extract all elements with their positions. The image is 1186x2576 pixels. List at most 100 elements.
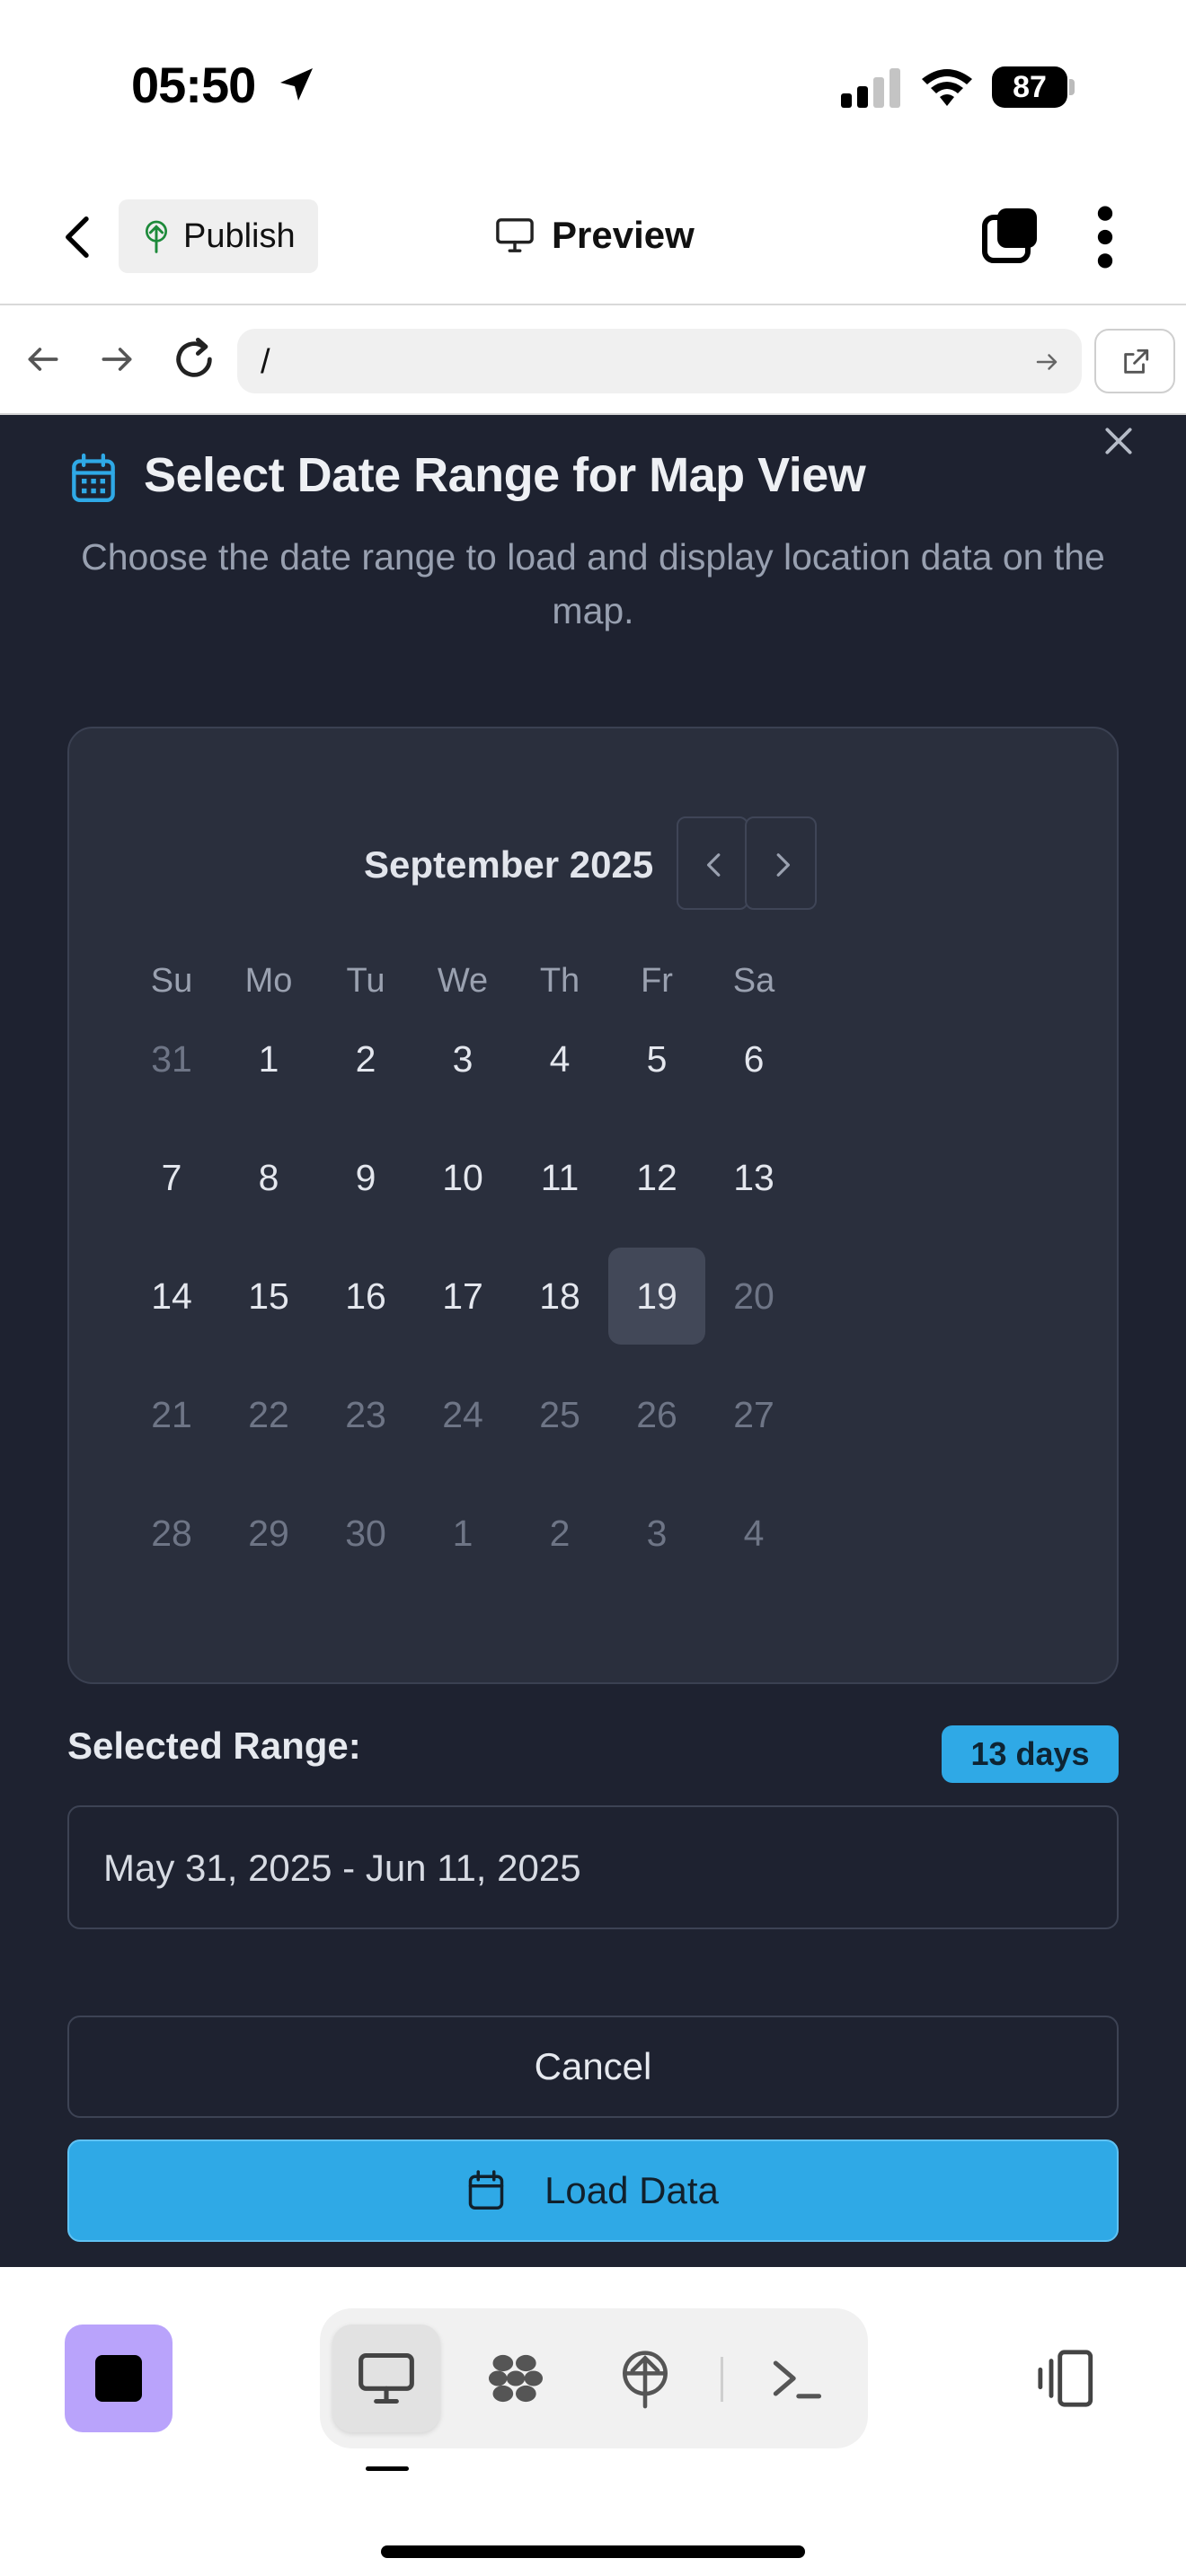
calendar-day-disabled: 30: [345, 1513, 386, 1554]
calendar-day-today[interactable]: 19: [608, 1248, 705, 1345]
calendar-day-disabled: 4: [743, 1513, 765, 1554]
arrow-left-icon[interactable]: [23, 340, 63, 379]
calendar-day-disabled: 25: [539, 1394, 580, 1435]
battery-cap: [1069, 79, 1075, 95]
calendar-day[interactable]: 5: [608, 1010, 705, 1107]
panel-toggle-icon[interactable]: [1033, 2348, 1100, 2409]
monitor-icon: [358, 2352, 414, 2404]
calendar-day[interactable]: 15: [220, 1248, 317, 1345]
calendar-day[interactable]: 3: [414, 1010, 511, 1107]
weekday-header: We: [437, 962, 489, 1000]
monitor-icon: [496, 218, 534, 252]
weekday-header: Th: [539, 962, 580, 1000]
weekday-header: Su: [150, 962, 193, 1000]
preview-view-button[interactable]: [332, 2325, 440, 2432]
chevron-right-icon: [776, 853, 791, 877]
weekday-header: Tu: [346, 962, 385, 1000]
calendar-day-disabled: 23: [345, 1394, 386, 1435]
view-switcher: [320, 2308, 868, 2448]
stop-button[interactable]: [65, 2325, 173, 2432]
selected-range-field[interactable]: May 31, 2025 - Jun 11, 2025: [67, 1805, 1119, 1929]
calendar-day[interactable]: 13: [705, 1129, 802, 1226]
status-bar: 05:50 87: [0, 0, 1186, 171]
go-arrow-icon[interactable]: [1033, 348, 1060, 375]
tabs-icon[interactable]: [981, 207, 1039, 264]
days-count-badge: 13 days: [942, 1725, 1119, 1783]
calendar-card: September 2025 Su Mo Tu We Th Fr Sa 31 1…: [67, 727, 1119, 1684]
external-link-icon: [1124, 348, 1149, 374]
dialog-title: Select Date Range for Map View: [144, 448, 866, 502]
next-month-button[interactable]: [745, 816, 817, 910]
calendar-day[interactable]: 14: [123, 1248, 220, 1345]
agent-icon: [488, 2354, 544, 2403]
dialog-description: Choose the date range to load and displa…: [81, 536, 1105, 631]
selected-range-label: Selected Range:: [67, 1725, 361, 1767]
battery-indicator: 87: [992, 66, 1075, 108]
url-text: /: [261, 343, 270, 381]
stop-icon: [95, 2355, 142, 2402]
calendar-day[interactable]: 12: [608, 1129, 705, 1226]
date-range-dialog: Select Date Range for Map View Choose th…: [0, 415, 1186, 2267]
battery-level: 87: [992, 66, 1067, 108]
deploy-view-button[interactable]: [591, 2325, 699, 2432]
agent-view-button[interactable]: [462, 2325, 570, 2432]
reload-icon[interactable]: [171, 336, 217, 383]
calendar-icon: [72, 453, 115, 502]
calendar-day[interactable]: 6: [705, 1010, 802, 1107]
calendar-day-disabled: 21: [151, 1394, 192, 1435]
calendar-day[interactable]: 16: [317, 1248, 414, 1345]
chevron-left-icon: [707, 853, 721, 877]
calendar-day[interactable]: 7: [123, 1129, 220, 1226]
preview-label: Preview: [552, 214, 695, 256]
previous-month-button[interactable]: [677, 816, 748, 910]
calendar-day-disabled: 29: [248, 1513, 289, 1554]
bottom-toolbar: [0, 2267, 1186, 2576]
url-input[interactable]: /: [237, 329, 1082, 393]
weekday-header: Sa: [732, 962, 775, 1000]
calendar-day-disabled: 2: [549, 1513, 571, 1554]
weekday-header: Mo: [244, 962, 293, 1000]
calendar-day[interactable]: 4: [511, 1010, 608, 1107]
calendar-day[interactable]: 10: [414, 1129, 511, 1226]
load-data-button[interactable]: Load Data: [67, 2139, 1119, 2242]
calendar-day[interactable]: 17: [414, 1248, 511, 1345]
calendar-day[interactable]: 2: [317, 1010, 414, 1107]
wifi-icon: [922, 69, 972, 106]
cellular-signal-icon: [841, 68, 900, 108]
calendar-day[interactable]: 8: [220, 1129, 317, 1226]
selected-range-value: May 31, 2025 - Jun 11, 2025: [103, 1847, 581, 1889]
app-header: Publish Preview: [0, 171, 1186, 305]
close-icon[interactable]: [1102, 424, 1136, 458]
arrow-right-icon[interactable]: [97, 340, 137, 379]
calendar-day-disabled: 27: [733, 1394, 774, 1435]
home-indicator: [381, 2545, 805, 2558]
status-time: 05:50: [131, 57, 256, 113]
open-external-button[interactable]: [1094, 329, 1175, 393]
calendar-day-disabled: 1: [452, 1513, 474, 1554]
calendar-day[interactable]: 31: [123, 1010, 220, 1107]
calendar-day[interactable]: 9: [317, 1129, 414, 1226]
calendar-day-disabled: 3: [646, 1513, 668, 1554]
calendar-day-disabled: 26: [636, 1394, 677, 1435]
calendar-day-disabled: 20: [733, 1275, 774, 1317]
calendar-day[interactable]: 18: [511, 1248, 608, 1345]
calendar-day[interactable]: 11: [511, 1129, 608, 1226]
terminal-icon: [773, 2360, 822, 2399]
shell-view-button[interactable]: [742, 2325, 850, 2432]
calendar-day-disabled: 22: [248, 1394, 289, 1435]
publish-label: Publish: [183, 216, 296, 255]
publish-icon: [146, 220, 167, 253]
deploy-icon: [623, 2351, 668, 2409]
more-vertical-icon[interactable]: [1093, 205, 1118, 269]
calendar-month-label: September 2025: [364, 843, 654, 886]
weekday-header: Fr: [641, 962, 673, 1000]
preview-title[interactable]: Preview: [494, 208, 695, 262]
cancel-button[interactable]: Cancel: [67, 2016, 1119, 2118]
calendar-day-disabled: 24: [442, 1394, 483, 1435]
back-chevron-icon[interactable]: [54, 210, 102, 264]
publish-button[interactable]: Publish: [119, 199, 318, 273]
location-arrow-icon: [280, 68, 313, 101]
url-bar: /: [0, 307, 1186, 415]
active-tab-indicator: [366, 2466, 409, 2471]
calendar-day[interactable]: 1: [220, 1010, 317, 1107]
